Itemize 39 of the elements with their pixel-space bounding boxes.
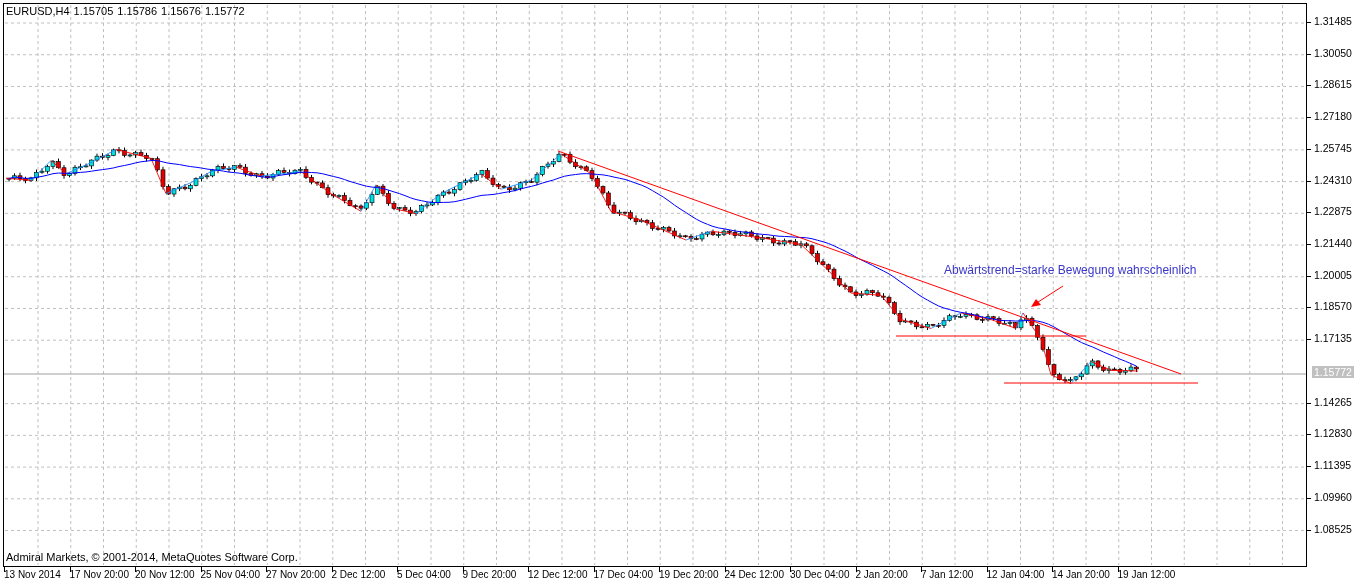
chart-symbol: EURUSD,H4 — [6, 5, 70, 17]
price-value: 1.15676 — [161, 5, 201, 17]
time-label: 27 Nov 20:00 — [266, 569, 326, 580]
price-label: 1.21440 — [1314, 237, 1352, 250]
price-label: 1.14265 — [1314, 395, 1352, 408]
price-value: 1.15772 — [204, 5, 245, 17]
time-label: 12 Jan 04:00 — [986, 569, 1045, 580]
time-label: 19 Dec 20:00 — [659, 569, 719, 580]
current-price-label: 1.15772 — [1312, 366, 1354, 378]
time-label: 17 Nov 20:00 — [69, 569, 129, 580]
price-label: 1.20005 — [1314, 268, 1352, 281]
time-label: 12 Dec 12:00 — [528, 569, 588, 580]
time-label: 5 Dec 04:00 — [397, 569, 451, 580]
time-label: 24 Dec 12:00 — [724, 569, 784, 580]
price-label: 1.12830 — [1314, 427, 1352, 440]
time-label: 25 Nov 04:00 — [200, 569, 260, 580]
price-label: 1.22875 — [1314, 205, 1352, 218]
time-label: 7 Jan 12:00 — [921, 569, 974, 580]
price-label: 1.18570 — [1314, 300, 1352, 313]
time-label: 30 Dec 04:00 — [790, 569, 850, 580]
price-value: 1.15786 — [117, 5, 158, 17]
time-label: 19 Jan 12:00 — [1117, 569, 1176, 580]
price-label: 1.28615 — [1314, 78, 1352, 91]
price-label: 1.08525 — [1314, 522, 1352, 535]
price-label: 1.24310 — [1314, 173, 1352, 186]
price-label: 1.09960 — [1314, 490, 1352, 503]
annotation-text: Abwärtstrend=starke Bewegung wahrscheinlich — [944, 263, 1197, 277]
price-value: 1.15705 — [73, 5, 114, 17]
time-label: 20 Nov 12:00 — [135, 569, 195, 580]
price-label: 1.30050 — [1314, 46, 1352, 59]
price-label: 1.11395 — [1314, 459, 1352, 472]
time-label: 13 Nov 2014 — [4, 569, 61, 580]
time-label: 14 Jan 20:00 — [1052, 569, 1110, 580]
price-label: 1.17135 — [1314, 332, 1352, 345]
time-label: 17 Dec 04:00 — [593, 569, 653, 580]
copyright-text: Admiral Markets, © 2001-2014, MetaQuotes Software Corp. — [6, 551, 298, 563]
price-label: 1.25745 — [1314, 141, 1352, 154]
price-label: 1.27180 — [1314, 110, 1352, 123]
price-label: 1.31485 — [1314, 15, 1352, 27]
